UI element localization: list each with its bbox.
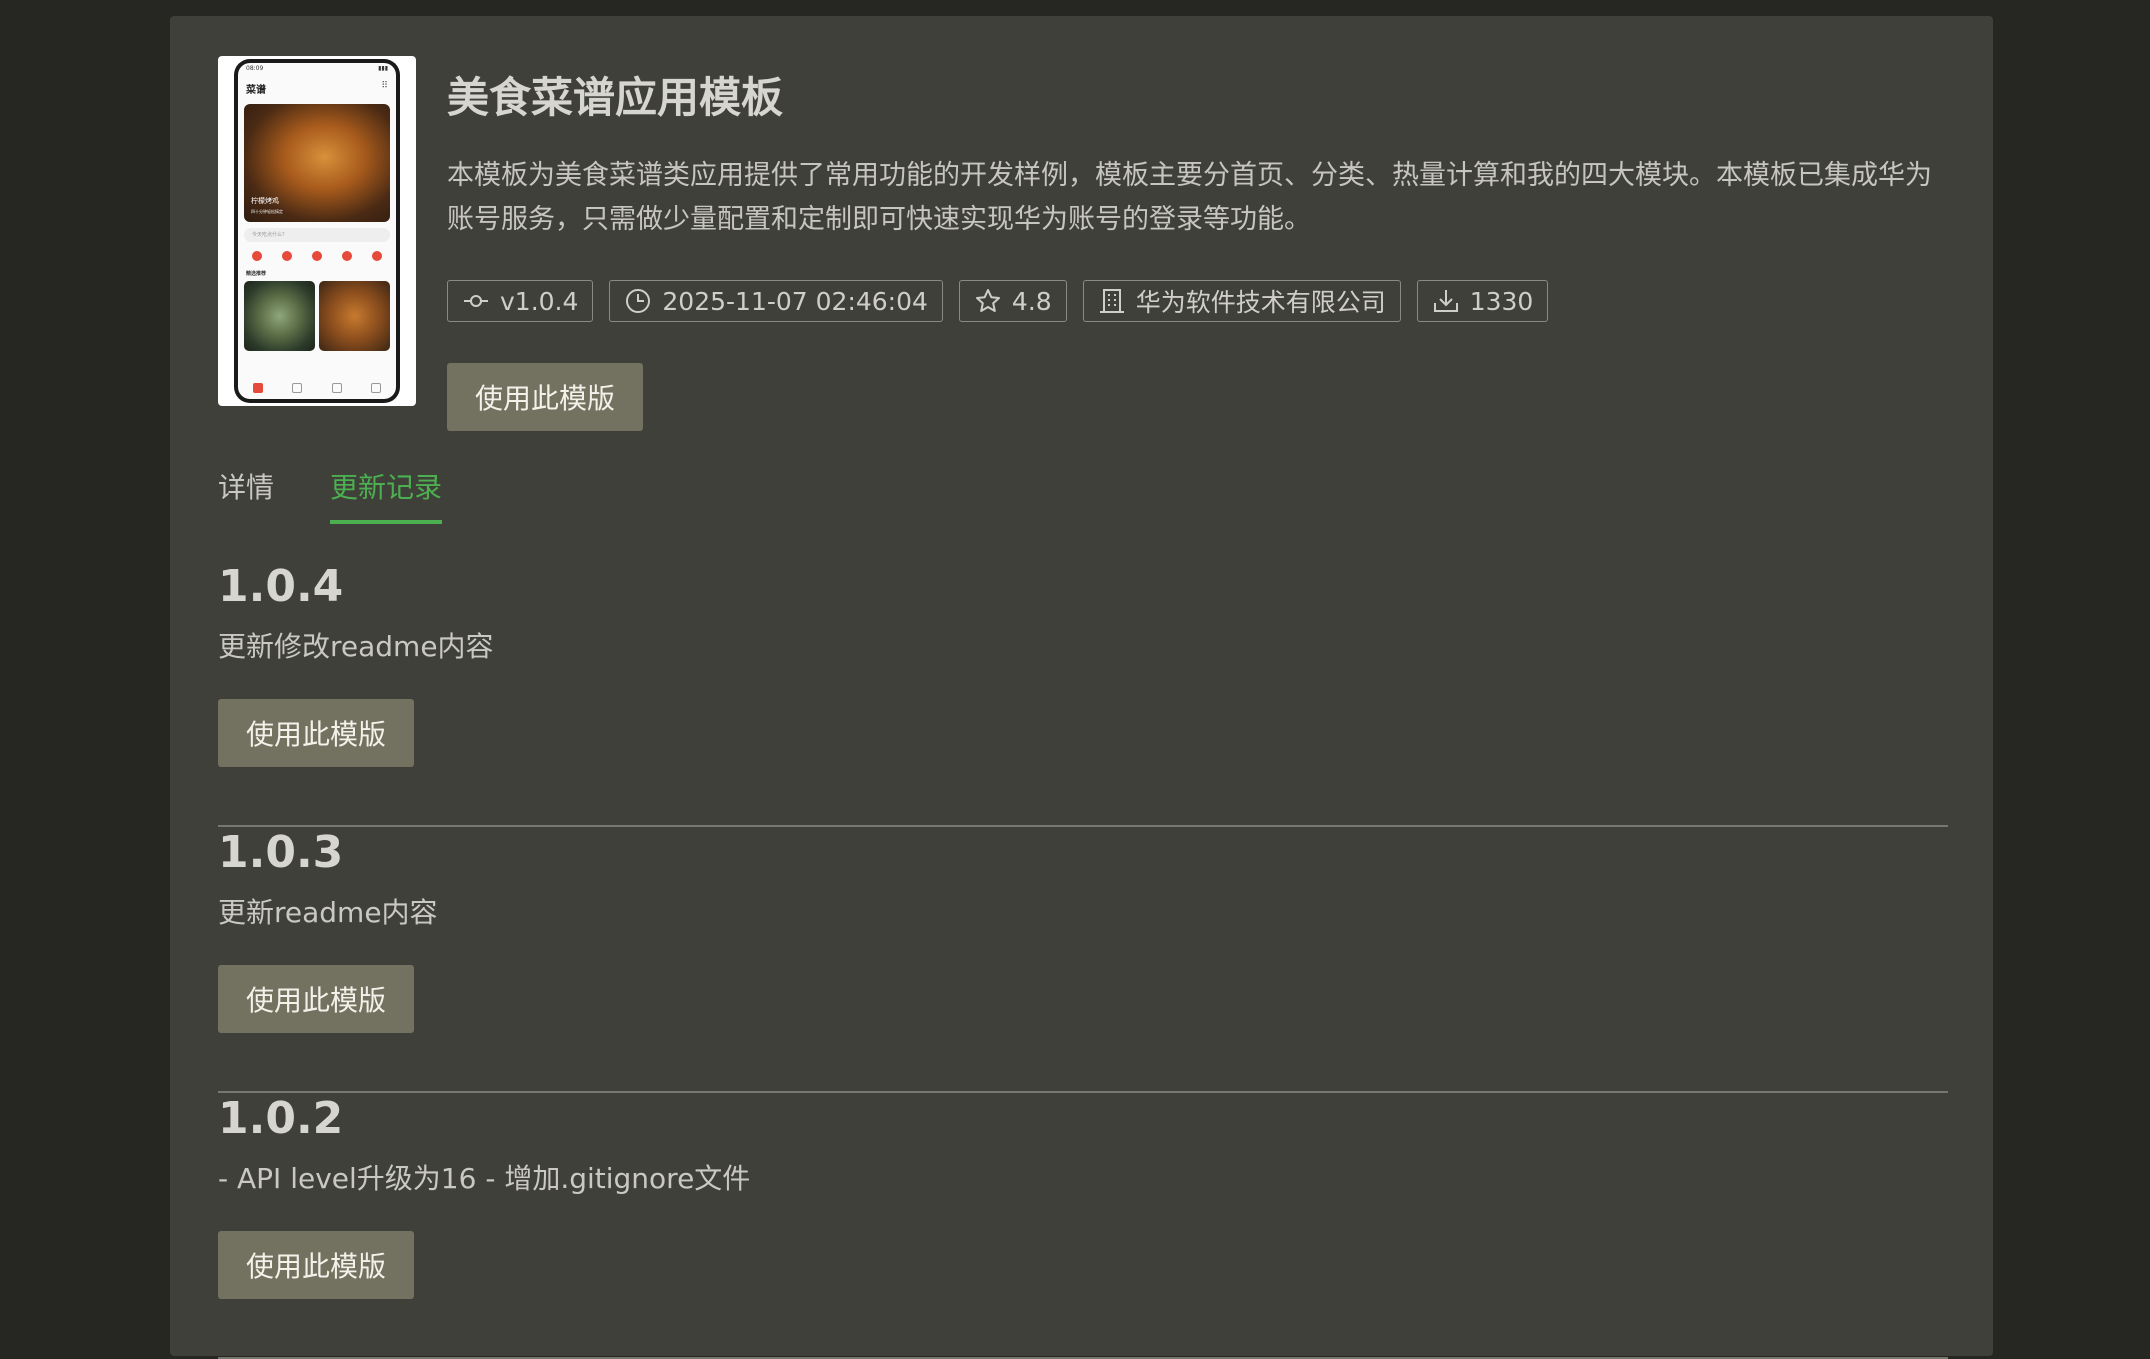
template-preview-image[interactable]: 08:09 ▮▮▮ 菜谱 ⠿ 柠檬烤鸡 四十分钟轻松搞定 今天吃点什么？ 精选推… [218,56,416,406]
version-icon [464,295,488,307]
rating-text: 4.8 [1011,286,1052,316]
phone-status-time: 08:09 [246,65,264,72]
template-title: 美食菜谱应用模板 [447,73,784,122]
home-icon [252,383,263,393]
phone-hero-title: 柠檬烤鸡 [251,197,279,205]
publisher-chip: 华为软件技术有限公司 [1082,280,1401,322]
phone-title-row: 菜谱 ⠿ [238,75,396,100]
tab-details[interactable]: 详情 [218,466,274,524]
template-meta-chips: v1.0.4 2025-11-07 02:46:04 4.8 华为软件技术有限公… [447,280,1549,322]
updated-chip: 2025-11-07 02:46:04 [609,280,943,322]
category-tab-icon [292,383,303,393]
grid-icon: ⠿ [381,81,388,91]
phone-hero-image: 柠檬烤鸡 四十分钟轻松搞定 [244,104,390,222]
changelog-version: 1.0.3 [218,827,344,878]
calorie-icon [331,383,342,393]
template-detail-panel: 08:09 ▮▮▮ 菜谱 ⠿ 柠檬烤鸡 四十分钟轻松搞定 今天吃点什么？ 精选推… [170,16,1993,1359]
use-version-button[interactable]: 使用此模版 [218,965,414,1033]
changelog-version: 1.0.2 [218,1093,344,1144]
changelog-note: 更新修改readme内容 [218,630,494,663]
use-template-button[interactable]: 使用此模版 [447,363,643,431]
phone-recommend-images [238,279,396,353]
changelog-entry: 1.0.3 更新readme内容 使用此模版 [218,827,1948,1093]
changelog-entry: 1.0.2 - API level升级为16 - 增加.gitignore文件 … [218,1093,1948,1359]
star-icon [975,289,1000,312]
building-icon [1099,289,1124,313]
phone-screen: 08:09 ▮▮▮ 菜谱 ⠿ 柠檬烤鸡 四十分钟轻松搞定 今天吃点什么？ 精选推… [238,63,396,399]
use-version-button[interactable]: 使用此模版 [218,699,414,767]
category-icon [342,251,352,261]
version-chip: v1.0.4 [447,280,594,322]
changelog-entry: 1.0.4 更新修改readme内容 使用此模版 [218,561,1948,827]
profile-icon [371,383,382,393]
battery-icon: ▮▮▮ [378,65,388,72]
downloads-chip: 1330 [1416,280,1549,322]
download-icon [1433,290,1458,312]
phone-dish-image [244,281,315,351]
phone-hero-subtitle: 四十分钟轻松搞定 [251,209,283,214]
phone-section-title: 精选推荐 [246,271,267,277]
changelog-note: 更新readme内容 [218,896,438,929]
changelog-version: 1.0.4 [218,561,344,612]
category-icon [312,251,322,261]
phone-frame: 08:09 ▮▮▮ 菜谱 ⠿ 柠檬烤鸡 四十分钟轻松搞定 今天吃点什么？ 精选推… [234,59,400,403]
phone-app-title: 菜谱 [246,85,266,96]
tab-changelog[interactable]: 更新记录 [330,466,443,524]
phone-tab-bar [238,383,396,393]
phone-dish-image [319,281,390,351]
updated-text: 2025-11-07 02:46:04 [662,286,928,316]
phone-search-bar: 今天吃点什么？ [244,228,390,242]
phone-category-row [238,248,396,264]
rating-chip: 4.8 [958,280,1067,322]
detail-tabs: 详情 更新记录 [218,466,443,524]
downloads-text: 1330 [1469,286,1534,316]
use-version-button[interactable]: 使用此模版 [218,1231,414,1299]
category-icon [252,251,262,261]
publisher-text: 华为软件技术有限公司 [1135,288,1386,317]
category-icon [282,251,292,261]
template-description: 本模板为美食菜谱类应用提供了常用功能的开发样例，模板主要分首页、分类、热量计算和… [447,160,1932,235]
version-text: v1.0.4 [500,286,579,316]
phone-status-bar: 08:09 ▮▮▮ [238,63,396,75]
clock-icon [626,289,651,313]
changelog-note: - API level升级为16 - 增加.gitignore文件 [218,1162,751,1195]
category-icon [372,251,382,261]
